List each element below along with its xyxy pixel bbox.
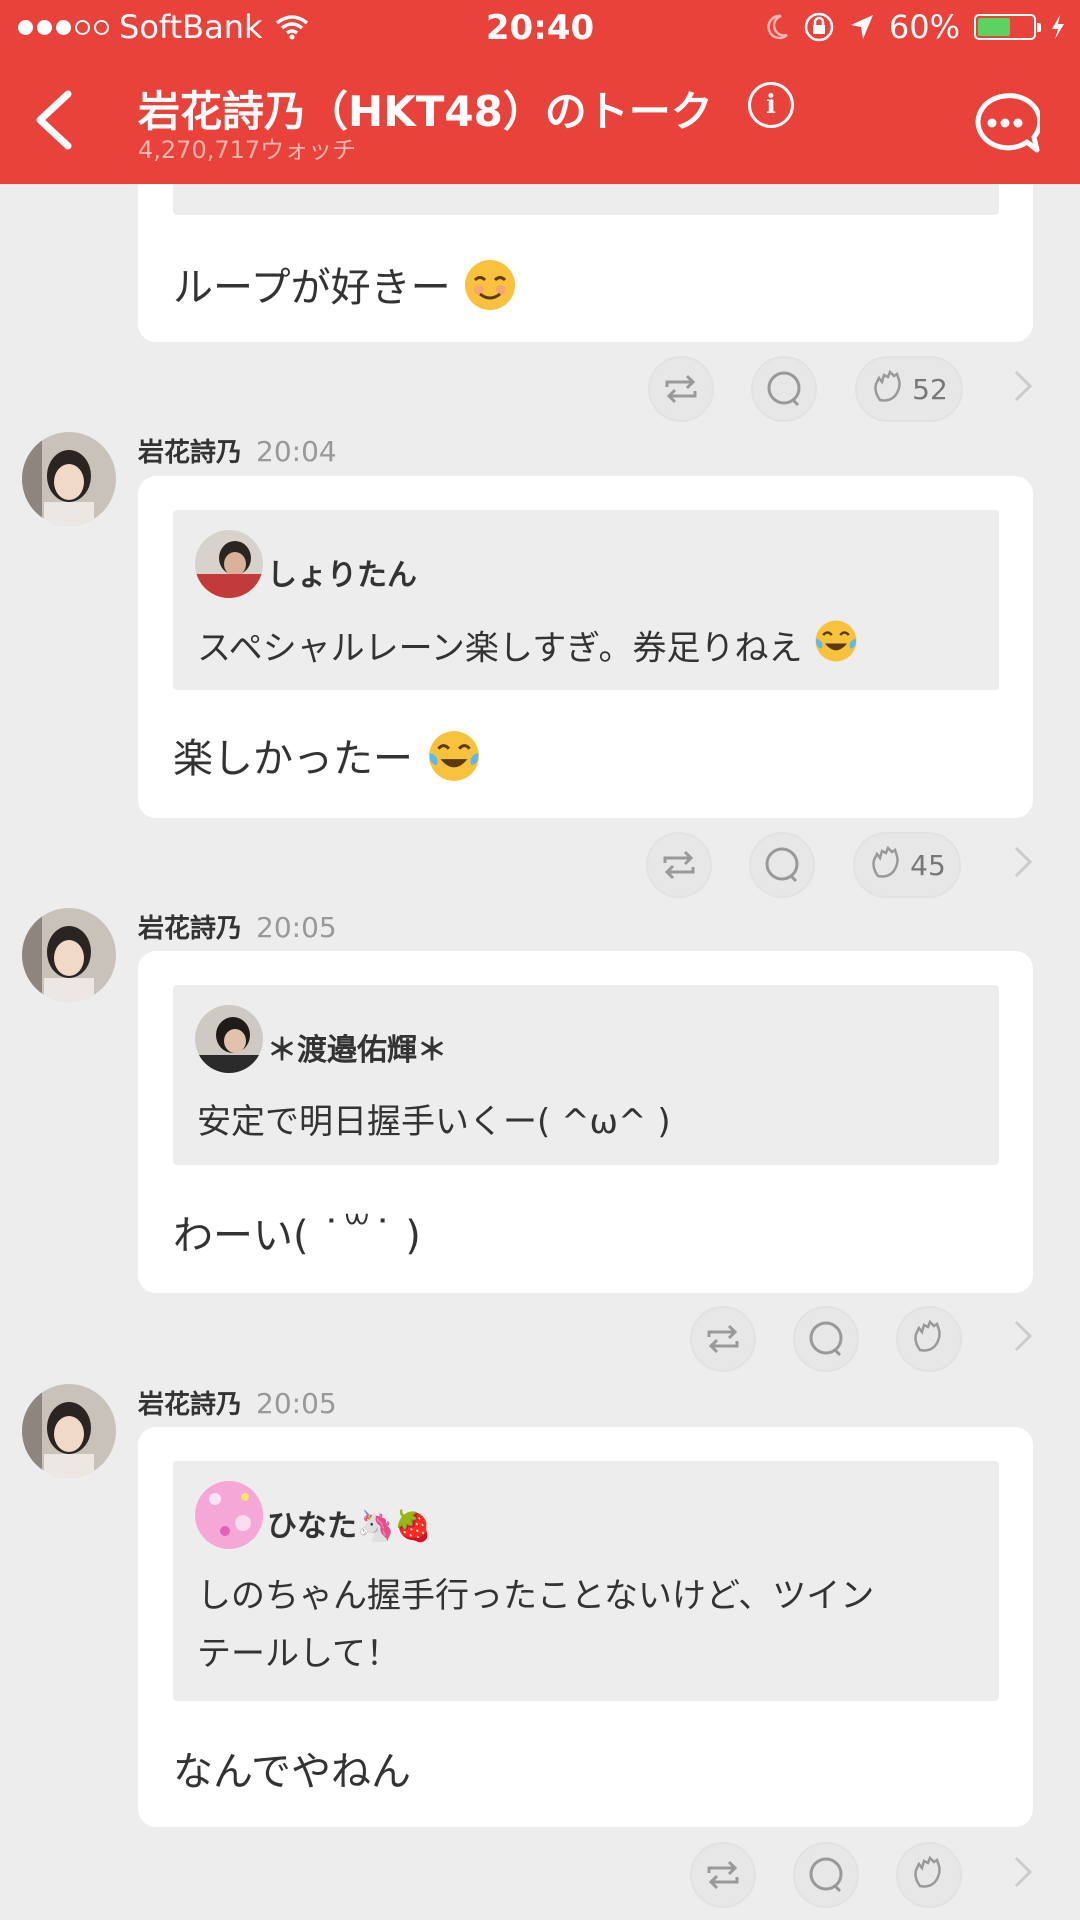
clap-button[interactable]: 52 <box>855 356 963 422</box>
quote-avatar[interactable] <box>195 1005 263 1073</box>
post-actions <box>0 1842 1080 1912</box>
clap-button[interactable] <box>896 1842 962 1908</box>
retweet-button[interactable] <box>690 1842 756 1908</box>
chevron-right-icon[interactable] <box>1010 1316 1036 1356</box>
battery-icon <box>974 14 1041 40</box>
retweet-button[interactable] <box>646 832 712 898</box>
clap-icon <box>914 1320 941 1352</box>
comment-button[interactable] <box>793 1306 859 1372</box>
clap-button[interactable]: 45 <box>853 832 961 898</box>
post-author: 岩花詩乃 20:05 <box>138 911 337 944</box>
post-actions <box>0 1306 1080 1376</box>
post-card: しょりたん スペシャルレーン楽しすぎ。券足りねえ 楽しかったー <box>138 476 1033 818</box>
location-icon <box>850 15 873 39</box>
post-time: 20:05 <box>256 911 337 944</box>
battery-percent: 60% <box>888 8 960 46</box>
quote-text: 安定で明日握手いくー( ^ω^ ) <box>197 1102 671 1142</box>
watch-count: 4,270,717ウォッチ <box>138 136 357 164</box>
comment-button[interactable] <box>793 1842 859 1908</box>
chat-bubble-icon[interactable] <box>970 92 1040 156</box>
retweet-icon <box>665 374 697 404</box>
post-message: わーい( ˙꒳˙ ) <box>173 1213 421 1259</box>
comment-icon <box>809 1857 843 1893</box>
clap-icon <box>914 1856 941 1888</box>
app-header: SoftBank 20:40 60% 岩花詩乃（HKT48）のトーク i 4,2… <box>0 0 1080 184</box>
post-time: 20:05 <box>256 1387 337 1420</box>
quote-avatar[interactable] <box>195 530 263 598</box>
clap-icon <box>872 846 899 878</box>
comment-icon <box>765 847 799 883</box>
quoted-comment[interactable]: ひなた🦄🍓 しのちゃん握手行ったことないけど、ツイン テールして！ <box>173 1461 999 1701</box>
tears-of-joy-emoji <box>813 618 859 682</box>
talk-feed[interactable]: ループが好きー 52 岩花詩乃 20:04 しょりたん スペシャルレーン楽しすぎ… <box>0 0 1080 1920</box>
retweet-icon <box>663 850 695 880</box>
moon-icon <box>767 14 788 40</box>
post-message: 楽しかったー <box>173 726 482 794</box>
back-icon[interactable] <box>30 88 78 152</box>
quote-text: しのちゃん握手行ったことないけど、ツイン テールして！ <box>197 1576 875 1674</box>
avatar[interactable] <box>22 908 116 1002</box>
clap-button[interactable] <box>896 1306 962 1372</box>
comment-icon <box>809 1321 843 1357</box>
retweet-icon <box>707 1324 739 1354</box>
post-time: 20:04 <box>256 435 337 468</box>
quote-text: スペシャルレーン楽しすぎ。券足りねえ <box>197 618 859 682</box>
post-author: 岩花詩乃 20:04 <box>138 435 337 468</box>
lock-rotation-icon <box>804 12 834 42</box>
smiling-face-emoji <box>463 258 517 322</box>
post-actions: 45 <box>0 832 1080 902</box>
info-icon[interactable]: i <box>748 82 794 128</box>
comment-button[interactable] <box>751 356 817 422</box>
quoted-comment[interactable]: しょりたん スペシャルレーン楽しすぎ。券足りねえ <box>173 510 999 690</box>
tears-of-joy-emoji <box>426 728 482 794</box>
quoted-comment[interactable]: ＊渡邉佑輝＊ 安定で明日握手いくー( ^ω^ ) <box>173 985 999 1165</box>
chevron-right-icon[interactable] <box>1010 842 1036 882</box>
charging-icon <box>1052 15 1064 39</box>
status-bar: SoftBank 20:40 60% <box>0 0 1080 58</box>
post-actions: 52 <box>0 356 1080 426</box>
post-message: ループが好きー <box>173 255 517 322</box>
retweet-button[interactable] <box>648 356 714 422</box>
post-card: ＊渡邉佑輝＊ 安定で明日握手いくー( ^ω^ ) わーい( ˙꒳˙ ) <box>138 951 1033 1293</box>
comment-button[interactable] <box>749 832 815 898</box>
clap-count: 45 <box>910 848 946 882</box>
chevron-right-icon[interactable] <box>1010 1852 1036 1892</box>
post-author: 岩花詩乃 20:05 <box>138 1387 337 1420</box>
avatar[interactable] <box>22 432 116 526</box>
retweet-button[interactable] <box>690 1306 756 1372</box>
quote-username: しょりたん <box>267 558 417 593</box>
quote-avatar[interactable] <box>195 1481 263 1549</box>
avatar[interactable] <box>22 1384 116 1478</box>
post-card: ひなた🦄🍓 しのちゃん握手行ったことないけど、ツイン テールして！ なんでやねん <box>138 1427 1033 1827</box>
post-message: なんでやねん <box>173 1749 411 1795</box>
quote-username: ＊渡邉佑輝＊ <box>267 1033 447 1068</box>
clap-icon <box>874 370 901 402</box>
clap-count: 52 <box>912 372 948 406</box>
comment-icon <box>767 371 801 407</box>
retweet-icon <box>707 1860 739 1890</box>
chevron-right-icon[interactable] <box>1010 366 1036 406</box>
quote-username: ひなた🦄🍓 <box>267 1509 432 1544</box>
